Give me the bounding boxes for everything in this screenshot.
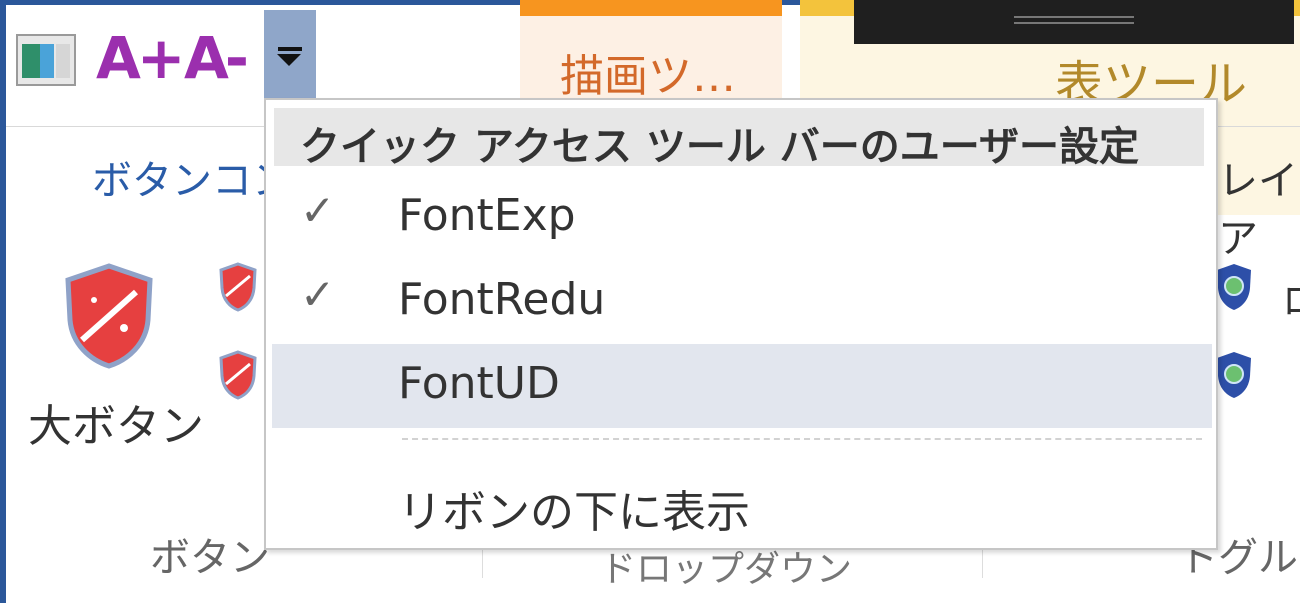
globe-shield-icon[interactable] bbox=[1214, 350, 1254, 400]
shield-icon[interactable] bbox=[218, 350, 258, 400]
globe-shield-icon[interactable] bbox=[1214, 262, 1254, 312]
dropdown-bar-icon bbox=[278, 47, 302, 51]
qat-customize-dropdown-button[interactable] bbox=[264, 10, 316, 98]
app-window: A+ A- 描画ツ… 表ツール ボタンコン レイア 大ボタン ボタン ドロップダ… bbox=[0, 0, 1300, 603]
font-reduce-button[interactable]: A- bbox=[184, 24, 249, 92]
menu-item-label: FontUD bbox=[398, 358, 560, 409]
chevron-down-icon bbox=[277, 54, 301, 66]
big-button-label: 大ボタン bbox=[28, 401, 204, 452]
drag-grip-icon bbox=[1014, 16, 1134, 24]
shield-icon[interactable] bbox=[218, 262, 258, 312]
menu-item-label: リボンの下に表示 bbox=[398, 487, 750, 538]
title-bar-dark-area[interactable] bbox=[854, 0, 1294, 44]
qat-customize-menu: クイック アクセス ツール バーのユーザー設定 ✓ FontExp ✓ Font… bbox=[264, 98, 1218, 550]
drawing-tools-label: 描画ツ… bbox=[560, 51, 736, 102]
menu-item-label: FontExp bbox=[398, 190, 576, 241]
font-expand-button[interactable]: A+ bbox=[96, 24, 185, 92]
menu-item-fontredu[interactable]: ✓ FontRedu bbox=[272, 260, 1212, 344]
ribbon-right-partial-text: ロ bbox=[1282, 270, 1300, 325]
window-icon[interactable] bbox=[16, 34, 76, 86]
tab-button-control[interactable]: ボタンコン bbox=[92, 148, 292, 206]
tab-layout[interactable]: レイア bbox=[1218, 148, 1300, 264]
group-label-buttons: ボタン bbox=[150, 535, 270, 581]
drawing-tools-stripe bbox=[520, 0, 782, 16]
menu-header-label: クイック アクセス ツール バーのユーザー設定 bbox=[300, 124, 1139, 170]
shield-icon[interactable] bbox=[62, 262, 156, 370]
check-icon: ✓ bbox=[300, 270, 336, 319]
menu-item-fontexp[interactable]: ✓ FontExp bbox=[272, 176, 1212, 260]
menu-item-fontud[interactable]: FontUD bbox=[272, 344, 1212, 428]
menu-separator bbox=[402, 438, 1202, 440]
check-icon: ✓ bbox=[300, 186, 336, 235]
menu-item-show-below-ribbon[interactable]: リボンの下に表示 bbox=[272, 462, 1212, 546]
window-left-border bbox=[0, 0, 6, 603]
menu-header: クイック アクセス ツール バーのユーザー設定 bbox=[274, 108, 1204, 170]
menu-item-label: FontRedu bbox=[398, 274, 606, 325]
